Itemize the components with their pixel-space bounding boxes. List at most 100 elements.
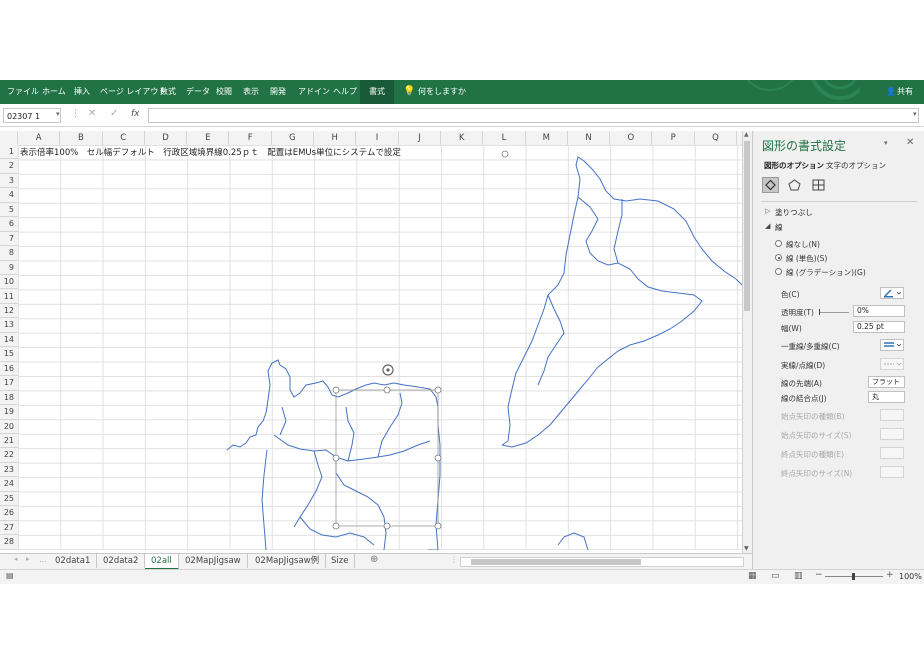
row-header[interactable]: 9 <box>0 261 18 276</box>
column-header-m[interactable]: M <box>526 131 568 145</box>
tell-me-box[interactable]: 何をしますか <box>418 80 466 104</box>
page-layout-view-icon[interactable]: ▭ <box>771 571 780 581</box>
column-header-c[interactable]: C <box>103 131 145 145</box>
normal-view-icon[interactable]: ▦ <box>748 571 757 581</box>
rotate-handle-icon[interactable] <box>382 364 394 376</box>
row-header[interactable]: 20 <box>0 420 18 434</box>
tab-shape-options[interactable]: 図形のオプション <box>764 160 824 171</box>
width-input[interactable]: 0.25 pt <box>853 321 905 333</box>
enter-icon[interactable]: ✓ <box>110 108 118 119</box>
row-header[interactable]: 23 <box>0 463 18 478</box>
column-header-q[interactable]: Q <box>695 131 738 145</box>
pane-options-icon[interactable]: ▾ <box>884 139 888 147</box>
scroll-up-icon[interactable]: ▲ <box>744 131 749 138</box>
tab-page-layout[interactable]: ページ レイアウト <box>100 80 166 104</box>
horizontal-scrollbar[interactable] <box>460 557 744 567</box>
row-header[interactable]: 27 <box>0 521 18 536</box>
sheet-tab-02data2[interactable]: 02data2 <box>97 554 146 568</box>
end-arrow-size-picker[interactable] <box>880 466 904 478</box>
row-header[interactable]: 7 <box>0 232 18 247</box>
column-header-i[interactable]: I <box>356 131 399 145</box>
selection-box[interactable] <box>335 389 439 527</box>
row-header[interactable]: 25 <box>0 492 18 507</box>
row-header[interactable]: 24 <box>0 477 18 492</box>
column-header-l[interactable]: L <box>483 131 526 145</box>
row-header[interactable]: 18 <box>0 391 18 406</box>
vertical-scrollbar[interactable]: ▲ ▼ <box>742 131 752 554</box>
line-section-header[interactable]: 線 <box>775 222 783 233</box>
sheet-tab-02data1[interactable]: 02data1 <box>49 554 98 568</box>
column-header-e[interactable]: E <box>187 131 230 145</box>
tab-file[interactable]: ファイル <box>7 80 39 104</box>
tab-insert[interactable]: 挿入 <box>74 80 90 104</box>
cap-type-select[interactable]: フラット <box>868 376 905 388</box>
row-header[interactable]: 26 <box>0 506 18 521</box>
fill-section-header[interactable]: 塗りつぶし <box>775 207 813 218</box>
add-sheet-icon[interactable]: ⊕ <box>370 554 378 565</box>
row-header[interactable]: 14 <box>0 333 18 348</box>
sheet-tab-02mapjigsaw-example[interactable]: 02MapJigsaw例 <box>249 554 327 568</box>
begin-arrow-type-picker[interactable] <box>880 409 904 421</box>
tab-view[interactable]: 表示 <box>243 80 259 104</box>
tab-addins[interactable]: アドイン <box>298 80 330 104</box>
dash-type-picker[interactable] <box>880 358 904 370</box>
transparency-input[interactable]: 0% <box>853 305 905 317</box>
line-collapse-icon[interactable]: ◢ <box>765 222 770 230</box>
tab-text-options[interactable]: 文字のオプション <box>826 160 886 171</box>
column-header-n[interactable]: N <box>568 131 611 145</box>
row-header[interactable]: 17 <box>0 376 18 391</box>
tab-data[interactable]: データ <box>186 80 210 104</box>
tab-formulas[interactable]: 数式 <box>160 80 176 104</box>
share-icon[interactable]: 👤 <box>886 80 896 104</box>
compound-type-picker[interactable] <box>880 339 904 351</box>
row-header[interactable]: 28 <box>0 535 18 550</box>
row-header[interactable]: 10 <box>0 275 18 290</box>
split-icon[interactable]: ⋮ <box>450 555 458 564</box>
line-color-picker[interactable] <box>880 287 904 299</box>
sheet-next-icon[interactable]: ▸ <box>26 555 30 563</box>
zoom-in-icon[interactable]: + <box>886 570 894 580</box>
row-header[interactable]: 5 <box>0 203 18 218</box>
macro-record-icon[interactable]: ▤ <box>6 571 14 580</box>
column-header-g[interactable]: G <box>272 131 315 145</box>
radio-solid-line[interactable] <box>775 254 782 261</box>
row-header[interactable]: 4 <box>0 188 18 203</box>
column-header-h[interactable]: H <box>314 131 357 145</box>
row-header[interactable]: 11 <box>0 290 18 304</box>
sheet-tab-size[interactable]: Size <box>325 554 356 568</box>
name-box[interactable]: 02307 1 <box>3 108 61 123</box>
cancel-icon[interactable]: ✕ <box>88 108 96 119</box>
sheet-more-icon[interactable]: … <box>39 555 47 564</box>
zoom-level[interactable]: 100% <box>899 572 922 581</box>
row-header[interactable]: 22 <box>0 448 18 463</box>
insert-function-icon[interactable]: fx <box>131 109 140 119</box>
row-header[interactable]: 3 <box>0 174 18 189</box>
column-header-k[interactable]: K <box>441 131 484 145</box>
tab-format[interactable]: 書式 <box>360 80 394 104</box>
expand-formula-icon[interactable]: ▾ <box>913 110 917 118</box>
sheet-tab-02mapjigsaw[interactable]: 02MapJigsaw <box>179 554 248 568</box>
column-header-a[interactable]: A <box>18 131 61 145</box>
column-header-o[interactable]: O <box>610 131 653 145</box>
fill-expand-icon[interactable]: ▷ <box>765 207 770 215</box>
share-button[interactable]: 共有 <box>897 80 913 104</box>
row-header[interactable]: 6 <box>0 217 18 232</box>
tab-home[interactable]: ホーム <box>42 80 66 104</box>
begin-arrow-size-picker[interactable] <box>880 428 904 440</box>
transparency-slider[interactable] <box>819 309 849 315</box>
row-header[interactable]: 13 <box>0 318 18 333</box>
row-header[interactable]: 19 <box>0 405 18 420</box>
zoom-slider-thumb[interactable] <box>852 573 855 580</box>
formula-input[interactable] <box>148 108 919 123</box>
fill-line-icon[interactable] <box>762 177 779 193</box>
row-header[interactable]: 8 <box>0 246 18 261</box>
column-header-p[interactable]: P <box>653 131 695 145</box>
tab-help[interactable]: ヘルプ <box>333 80 357 104</box>
vertical-scroll-thumb[interactable] <box>744 141 750 311</box>
row-header[interactable]: 15 <box>0 347 18 362</box>
page-break-view-icon[interactable]: ▥ <box>794 571 803 581</box>
column-header-d[interactable]: D <box>145 131 188 145</box>
join-type-select[interactable]: 丸 <box>868 391 905 403</box>
row-header[interactable]: 1 <box>0 145 18 160</box>
column-header-f[interactable]: F <box>230 131 272 145</box>
